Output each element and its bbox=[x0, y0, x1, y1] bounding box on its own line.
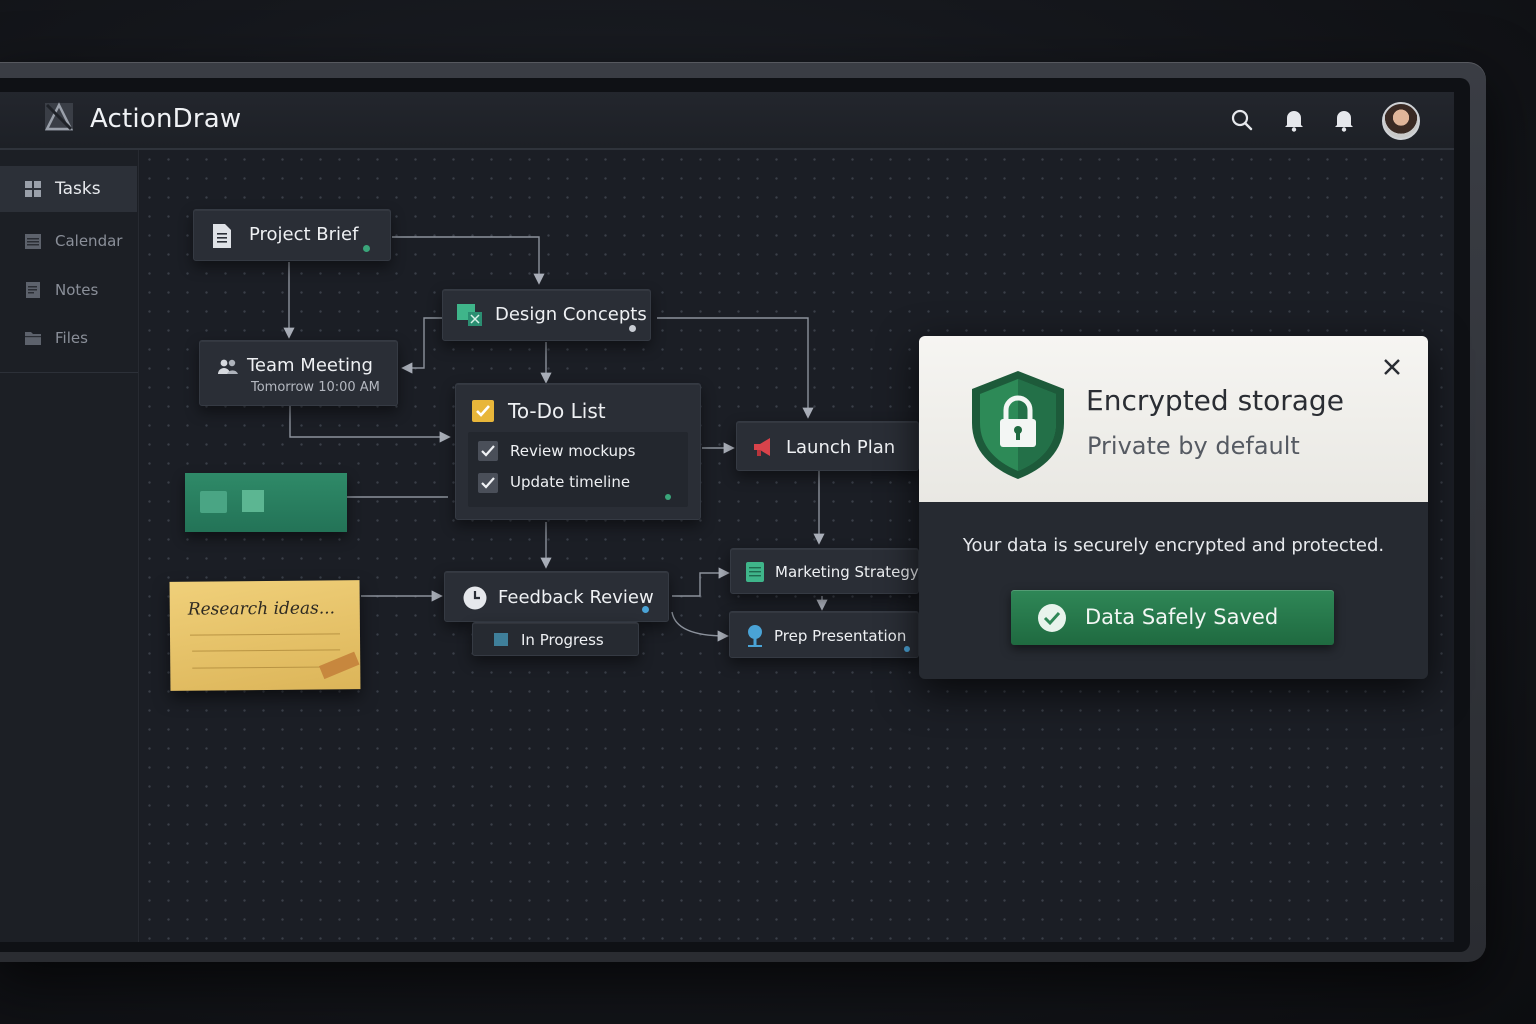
status-dot bbox=[904, 646, 910, 652]
folder-icon bbox=[25, 332, 41, 345]
node-marketing-strategy[interactable]: Marketing Strategy bbox=[730, 548, 919, 594]
bell-icon[interactable] bbox=[1331, 107, 1357, 133]
sidebar-item-label: Files bbox=[55, 329, 88, 347]
status-dot bbox=[665, 494, 671, 500]
todo-item-label: Update timeline bbox=[510, 473, 631, 491]
checkbox-checked-icon bbox=[472, 400, 494, 422]
sidebar-item-calendar[interactable]: Calendar bbox=[0, 218, 137, 264]
node-title: Team Meeting bbox=[247, 355, 373, 376]
tape-strip bbox=[319, 651, 360, 680]
status-label: In Progress bbox=[521, 631, 604, 649]
node-subtitle: Tomorrow 10:00 AM bbox=[251, 380, 380, 395]
calendar-icon bbox=[25, 234, 41, 249]
teal-card[interactable] bbox=[185, 473, 347, 532]
node-title: Project Brief bbox=[249, 224, 359, 245]
node-todo-list[interactable]: To-Do List Review mockups Update timelin… bbox=[455, 383, 701, 520]
sticky-note[interactable]: Research ideas... bbox=[169, 580, 361, 691]
sticky-note-text: Research ideas... bbox=[187, 598, 336, 620]
sidebar-item-label: Calendar bbox=[55, 232, 123, 250]
node-title: Launch Plan bbox=[786, 437, 896, 458]
card-thumbnail bbox=[242, 490, 264, 512]
status-dot bbox=[629, 325, 636, 332]
sidebar-nav: Tasks Calendar Notes Files bbox=[0, 166, 138, 373]
document-icon bbox=[213, 224, 231, 248]
people-icon bbox=[218, 359, 238, 374]
node-launch-plan[interactable]: Launch Plan bbox=[736, 421, 919, 471]
pin-icon bbox=[748, 625, 762, 647]
checkbox-checked-icon[interactable] bbox=[477, 472, 499, 494]
checkbox-checked-icon[interactable] bbox=[477, 440, 499, 462]
todo-items: Review mockups Update timeline bbox=[468, 432, 688, 507]
dialog-title: Encrypted storage bbox=[1086, 384, 1344, 417]
shield-lock-icon bbox=[972, 371, 1064, 479]
node-title: To-Do List bbox=[508, 399, 606, 423]
user-avatar[interactable] bbox=[1382, 102, 1420, 140]
megaphone-icon bbox=[754, 438, 770, 456]
sidebar-item-label: Notes bbox=[55, 281, 99, 299]
node-title: Feedback Review bbox=[498, 587, 654, 608]
node-project-brief[interactable]: Project Brief bbox=[193, 209, 391, 261]
dialog-message: Your data is securely encrypted and prot… bbox=[962, 535, 1385, 556]
chart-icon bbox=[746, 562, 764, 582]
sidebar-item-label: Tasks bbox=[55, 179, 101, 199]
note-line bbox=[189, 633, 340, 636]
node-title: Marketing Strategy bbox=[775, 563, 919, 581]
node-title: Prep Presentation bbox=[774, 627, 907, 645]
node-prep-presentation[interactable]: Prep Presentation bbox=[729, 611, 919, 658]
status-square-icon bbox=[494, 633, 508, 646]
grid-icon bbox=[25, 181, 41, 197]
status-dot bbox=[363, 245, 370, 252]
bell-icon[interactable] bbox=[1281, 107, 1307, 133]
sidebar: Tasks Calendar Notes Files bbox=[0, 150, 139, 942]
status-dot bbox=[642, 606, 649, 613]
dialog-header: Encrypted storage Private by default bbox=[919, 336, 1428, 502]
dialog-subtitle: Private by default bbox=[1087, 432, 1300, 460]
todo-item-label: Review mockups bbox=[510, 442, 636, 460]
sidebar-item-files[interactable]: Files bbox=[0, 315, 137, 361]
notes-icon bbox=[26, 282, 40, 298]
check-circle-icon bbox=[1038, 604, 1066, 632]
node-team-meeting[interactable]: Team Meeting Tomorrow 10:00 AM bbox=[199, 340, 398, 406]
clock-icon bbox=[463, 586, 487, 610]
encryption-dialog: Encrypted storage Private by default You… bbox=[919, 336, 1428, 679]
button-label: Data Safely Saved bbox=[1085, 605, 1279, 629]
node-feedback-review[interactable]: Feedback Review bbox=[444, 571, 669, 622]
image-icon bbox=[457, 304, 482, 326]
sidebar-item-tasks[interactable]: Tasks bbox=[0, 166, 137, 212]
sidebar-item-notes[interactable]: Notes bbox=[0, 267, 137, 313]
card-thumbnail bbox=[200, 491, 227, 513]
top-bar: ActionDraw bbox=[0, 92, 1454, 150]
app-title: ActionDraw bbox=[90, 104, 242, 134]
app-logo-icon bbox=[44, 102, 74, 131]
note-line bbox=[192, 649, 341, 652]
status-chip[interactable]: In Progress bbox=[472, 622, 639, 656]
close-icon[interactable] bbox=[1381, 356, 1403, 378]
node-title: Design Concepts bbox=[495, 304, 647, 325]
node-design-concepts[interactable]: Design Concepts bbox=[442, 289, 651, 341]
data-saved-button[interactable]: Data Safely Saved bbox=[1011, 590, 1334, 645]
search-icon[interactable] bbox=[1229, 107, 1255, 133]
